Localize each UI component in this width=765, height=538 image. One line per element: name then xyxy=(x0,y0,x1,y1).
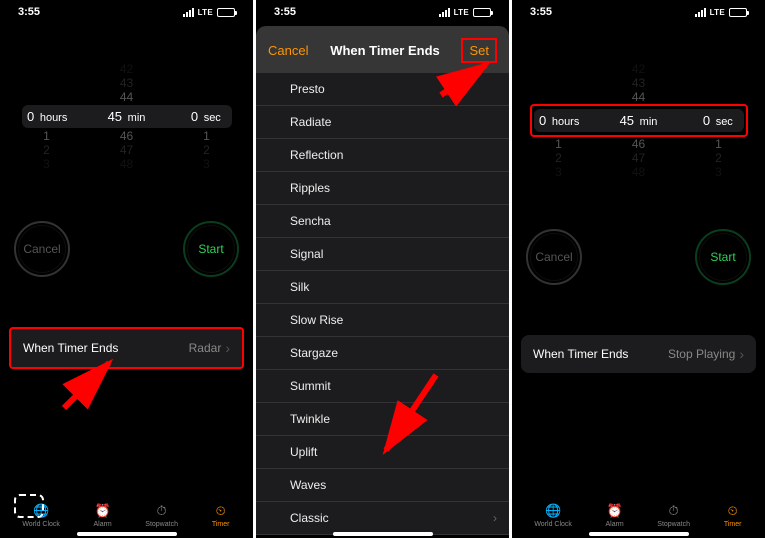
start-button[interactable]: Start xyxy=(695,229,751,285)
home-indicator xyxy=(333,532,433,536)
picker-selected-row: 0 hours 45 min 0 sec xyxy=(22,105,232,128)
home-indicator xyxy=(77,532,177,536)
status-bar: 3:55 LTE xyxy=(256,0,509,18)
cancel-button[interactable]: Cancel xyxy=(526,229,582,285)
chevron-right-icon: › xyxy=(225,340,230,356)
sound-options-list[interactable]: Presto Radiate Reflection Ripples Sencha… xyxy=(256,73,509,535)
chevron-right-icon: › xyxy=(739,346,744,362)
tab-stopwatch[interactable]: ⏱Stopwatch xyxy=(145,503,178,528)
option-silk[interactable]: Silk xyxy=(256,271,509,304)
when-timer-ends-value: Radar› xyxy=(189,340,230,356)
time-picker[interactable]: 42 43 44 0 hours 45 min 0 sec 1461 2472 … xyxy=(0,62,253,171)
option-classic[interactable]: Classic xyxy=(256,502,509,535)
status-bar: 3:55 LTE xyxy=(0,0,253,18)
annotation-arrow xyxy=(376,370,446,465)
timer-icon: ⏲ xyxy=(211,503,231,519)
tab-world-clock[interactable]: 🌐World Clock xyxy=(534,503,572,528)
action-row: Cancel Start xyxy=(0,221,253,277)
option-reflection[interactable]: Reflection xyxy=(256,139,509,172)
alarm-icon: ⏰ xyxy=(93,503,113,519)
time-picker[interactable]: 42 43 44 0 hours 45 min 0 sec 1461 2472 … xyxy=(512,62,765,179)
tab-alarm[interactable]: ⏰Alarm xyxy=(93,503,113,528)
option-stargaze[interactable]: Stargaze xyxy=(256,337,509,370)
action-row: Cancel Start xyxy=(512,229,765,285)
option-signal[interactable]: Signal xyxy=(256,238,509,271)
status-icons: LTE xyxy=(183,6,235,18)
tab-timer[interactable]: ⏲Timer xyxy=(211,503,231,528)
when-timer-ends-label: When Timer Ends xyxy=(533,347,628,361)
home-indicator xyxy=(589,532,689,536)
option-radiate[interactable]: Radiate xyxy=(256,106,509,139)
option-waves[interactable]: Waves xyxy=(256,469,509,502)
annotation-arrow xyxy=(436,60,496,105)
status-time: 3:55 xyxy=(18,6,40,18)
when-timer-ends-value: Stop Playing› xyxy=(668,346,744,362)
start-button[interactable]: Start xyxy=(183,221,239,277)
picker-selected-row: 0 hours 45 min 0 sec xyxy=(534,109,744,132)
globe-icon: 🌐 xyxy=(543,503,563,519)
indicator-icon xyxy=(14,494,44,518)
when-timer-ends-row[interactable]: When Timer Ends Radar› xyxy=(9,327,244,369)
modal-title: When Timer Ends xyxy=(330,43,440,58)
cancel-button[interactable]: Cancel xyxy=(14,221,70,277)
tab-bar: 🌐World Clock ⏰Alarm ⏱Stopwatch ⏲Timer xyxy=(512,499,765,534)
tab-alarm[interactable]: ⏰Alarm xyxy=(605,503,625,528)
tab-stopwatch[interactable]: ⏱Stopwatch xyxy=(657,503,690,528)
option-sencha[interactable]: Sencha xyxy=(256,205,509,238)
stopwatch-icon: ⏱ xyxy=(152,503,172,519)
picker-highlight-box: 0 hours 45 min 0 sec xyxy=(530,104,748,137)
screen-timer-1: 3:55 LTE 42 43 44 0 hours 45 min 0 sec 1… xyxy=(0,0,253,538)
alarm-icon: ⏰ xyxy=(605,503,625,519)
stopwatch-icon: ⏱ xyxy=(664,503,684,519)
screen-timer-3: 3:55 LTE 42 43 44 0 hours 45 min 0 sec 1… xyxy=(512,0,765,538)
annotation-arrow xyxy=(54,358,124,423)
status-bar: 3:55 LTE xyxy=(512,0,765,18)
when-timer-ends-label: When Timer Ends xyxy=(23,341,118,355)
option-slow-rise[interactable]: Slow Rise xyxy=(256,304,509,337)
screen-sound-picker: 3:55 LTE Cancel When Timer Ends Set Pres… xyxy=(256,0,509,538)
timer-icon: ⏲ xyxy=(723,503,743,519)
modal-cancel-button[interactable]: Cancel xyxy=(268,43,308,58)
option-ripples[interactable]: Ripples xyxy=(256,172,509,205)
when-timer-ends-row[interactable]: When Timer Ends Stop Playing› xyxy=(521,335,756,373)
tab-timer[interactable]: ⏲Timer xyxy=(723,503,743,528)
